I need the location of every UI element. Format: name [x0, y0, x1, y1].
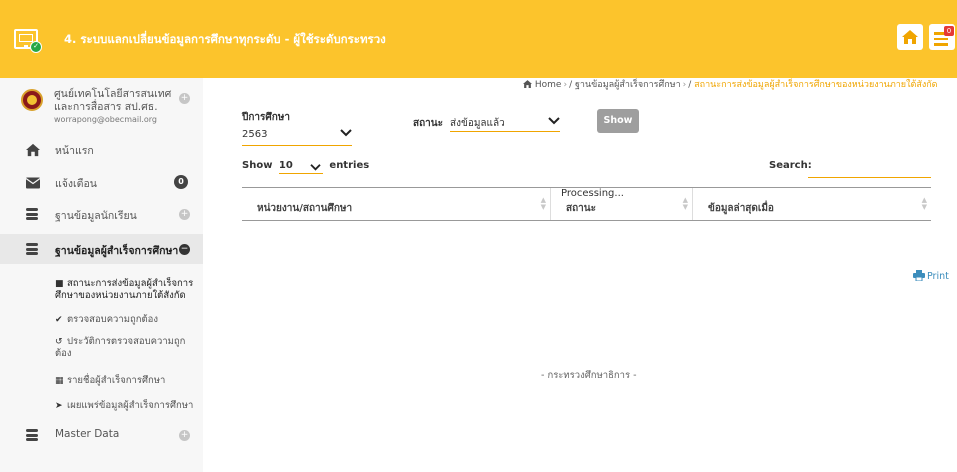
sidebar-item-label: แจ้งเตือน — [55, 178, 97, 190]
sort-icon: ▲ ▼ — [682, 196, 688, 211]
sidebar-subitem-label: สถานะการส่งข้อมูลผู้สำเร็จการศึกษาของหน่… — [55, 278, 194, 301]
app-title: 4. ระบบแลกเปลี่ยนข้อมูลการศึกษาทุกระดับ … — [64, 32, 386, 46]
expand-toggle[interactable]: + — [179, 209, 190, 220]
collapse-toggle[interactable]: − — [179, 244, 190, 255]
org-email: worrapong@obecmail.org — [54, 115, 157, 124]
sidebar-subitem-validation-history[interactable]: ↺ ประวัติการตรวจสอบความถูกต้อง — [55, 336, 195, 360]
entries-select-value: 10 — [278, 160, 293, 171]
chevron-down-icon — [340, 129, 352, 137]
sort-icon: ▲ ▼ — [921, 196, 927, 211]
envelope-icon — [26, 177, 40, 189]
search-input[interactable] — [808, 162, 931, 178]
column-header-agency[interactable]: หน่วยงาน/สถานศึกษา ▲ ▼ — [242, 188, 551, 220]
search-label: Search: — [769, 160, 812, 171]
notification-badge: 0 — [944, 26, 954, 36]
print-button[interactable]: Print — [913, 270, 949, 282]
entries-select[interactable]: 10 — [278, 160, 323, 174]
sidebar-item-label: หน้าแรก — [55, 145, 94, 157]
sidebar-subitem-label: ประวัติการตรวจสอบความถูกต้อง — [55, 336, 186, 359]
sidebar-subitem-publish[interactable]: ➤ เผยแพร่ข้อมูลผู้สำเร็จการศึกษา — [55, 400, 193, 412]
breadcrumb-current: สถานะการส่งข้อมูลผู้สำเร็จการศึกษาของหน่… — [694, 80, 938, 90]
breadcrumb-graduate-link[interactable]: ฐานข้อมูลผู้สำเร็จการศึกษา — [575, 80, 681, 90]
processing-indicator: Processing... — [559, 188, 626, 199]
entries-control: Show 10 entries — [242, 160, 369, 174]
send-icon: ➤ — [55, 401, 63, 411]
database-icon — [26, 243, 40, 257]
expand-toggle[interactable]: + — [179, 430, 190, 441]
status-label: สถานะ — [413, 118, 443, 129]
printer-icon — [913, 270, 925, 282]
sidebar-subitem-validate[interactable]: ✔ ตรวจสอบความถูกต้อง — [55, 314, 158, 326]
sort-icon: ▲ ▼ — [540, 196, 546, 211]
sidebar-subitem-label: รายชื่อผู้สำเร็จการศึกษา — [67, 375, 166, 386]
breadcrumb: Home › / ฐานข้อมูลผู้สำเร็จการศึกษา › / สถาน… — [523, 77, 938, 91]
table-icon: ▦ — [55, 376, 64, 386]
sidebar-item-student-database[interactable]: ฐานข้อมูลนักเรียน + — [0, 199, 203, 229]
sidebar-item-label: ฐานข้อมูลผู้สำเร็จการศึกษา — [55, 245, 179, 257]
sidebar-subitem-submission-status[interactable]: ■ สถานะการส่งข้อมูลผู้สำเร็จการศึกษาของหน… — [55, 278, 195, 302]
show-label: Show — [242, 160, 273, 171]
home-icon — [26, 143, 40, 157]
org-expand-toggle[interactable]: + — [179, 93, 190, 104]
year-select-value: 2563 — [242, 129, 268, 140]
check-icon: ✓ — [30, 41, 42, 53]
square-icon: ■ — [55, 279, 64, 289]
sidebar-item-label: Master Data — [55, 428, 120, 440]
check-icon: ✔ — [55, 315, 63, 325]
print-label: Print — [927, 271, 949, 282]
sidebar-item-notifications[interactable]: แจ้งเตือน 0 — [0, 167, 203, 197]
column-header-last-updated[interactable]: ข้อมูลล่าสุดเมื่อ ▲ ▼ — [693, 188, 931, 220]
sidebar-subitem-graduate-list[interactable]: ▦ รายชื่อผู้สำเร็จการศึกษา — [55, 375, 165, 387]
org-profile[interactable]: ศูนย์เทคโนโลยีสารสนเทศและการสื่อสาร สป.ศ… — [0, 78, 203, 138]
status-select-value: ส่งข้อมูลแล้ว — [450, 118, 505, 129]
show-button[interactable]: Show — [597, 109, 639, 133]
home-icon — [523, 80, 532, 88]
chevron-down-icon — [310, 164, 321, 171]
database-icon — [26, 208, 40, 222]
notification-button[interactable]: 0 — [929, 24, 955, 50]
sidebar-item-label: ฐานข้อมูลนักเรียน — [55, 210, 137, 222]
status-select[interactable]: ส่งข้อมูลแล้ว — [450, 112, 560, 132]
sidebar-subitem-label: ตรวจสอบความถูกต้อง — [67, 314, 159, 325]
footer-text: - กระทรวงศึกษาธิการ - — [541, 370, 637, 381]
history-icon: ↺ — [55, 337, 63, 347]
home-button[interactable] — [897, 24, 923, 50]
chevron-down-icon — [548, 117, 560, 125]
year-select[interactable]: 2563 — [242, 124, 352, 146]
breadcrumb-home-link[interactable]: Home — [535, 80, 562, 90]
org-name: ศูนย์เทคโนโลยีสารสนเทศและการสื่อสาร สป.ศ… — [54, 88, 172, 113]
sidebar-item-graduate-database[interactable]: ฐานข้อมูลผู้สำเร็จการศึกษา − — [0, 234, 203, 264]
org-logo — [21, 89, 43, 111]
entries-label: entries — [329, 160, 370, 171]
database-icon — [26, 429, 40, 443]
sidebar-item-home[interactable]: หน้าแรก — [0, 134, 203, 164]
sidebar: ศูนย์เทคโนโลยีสารสนเทศและการสื่อสาร สป.ศ… — [0, 78, 203, 472]
sidebar-item-master-data[interactable]: Master Data + — [0, 420, 203, 450]
notification-count-badge: 0 — [174, 175, 188, 189]
home-icon — [902, 30, 918, 44]
sidebar-subitem-label: เผยแพร่ข้อมูลผู้สำเร็จการศึกษา — [67, 400, 194, 411]
year-label: ปีการศึกษา — [242, 112, 290, 123]
top-header: ✓ 4. ระบบแลกเปลี่ยนข้อมูลการศึกษาทุกระดั… — [0, 0, 957, 78]
